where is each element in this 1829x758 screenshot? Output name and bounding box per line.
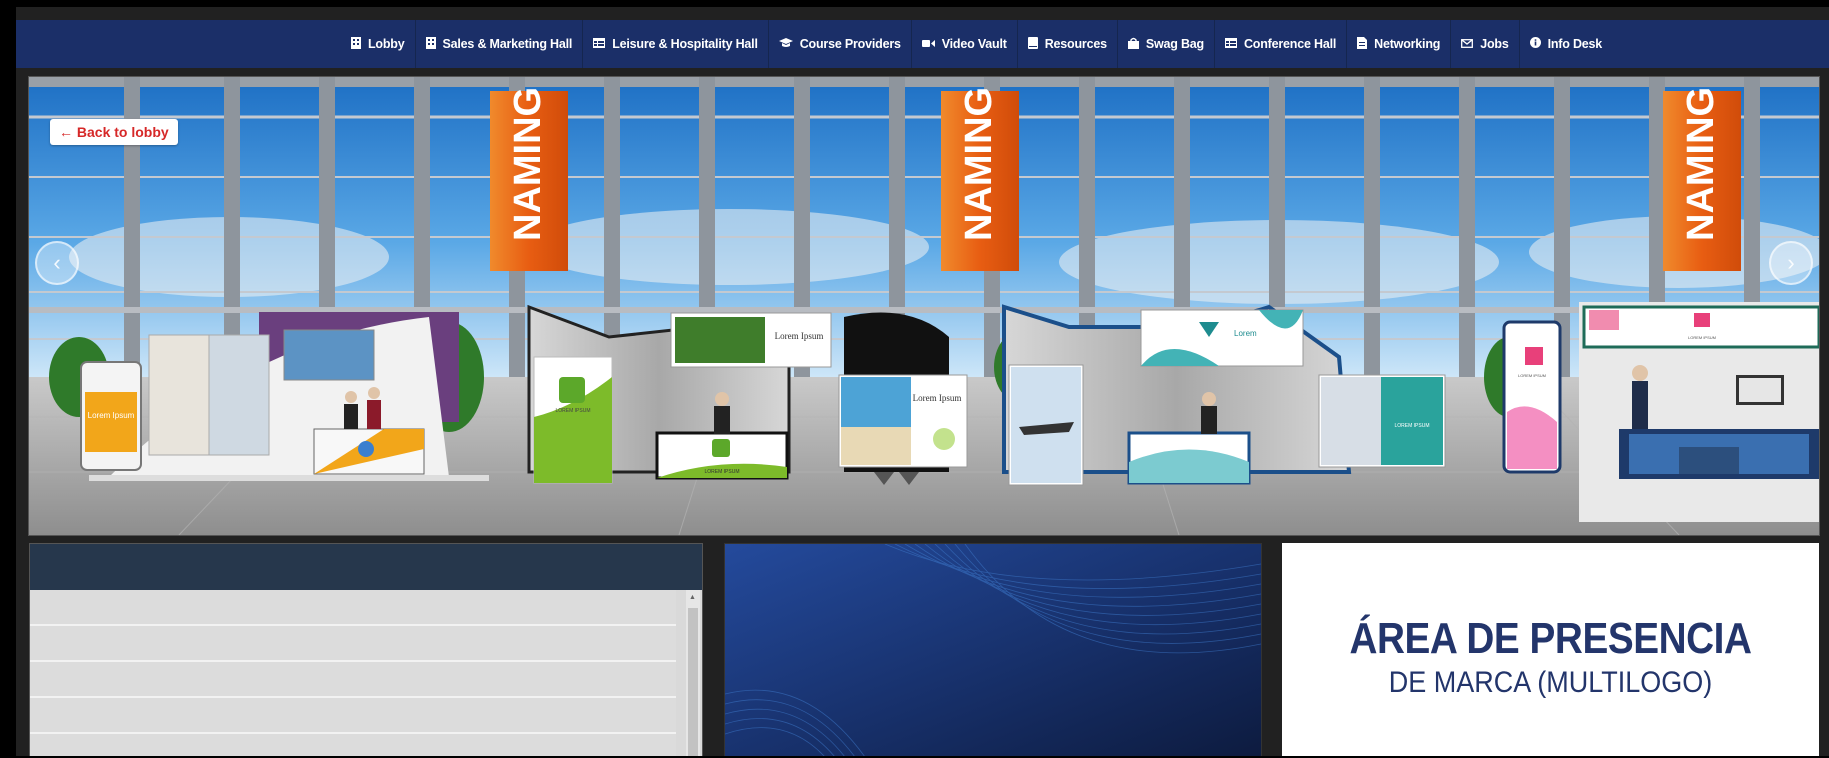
nav-label-conference-hall: Conference Hall	[1243, 37, 1337, 51]
hanging-banner-2: NAMING	[941, 87, 1019, 271]
nav-label-networking: Networking	[1374, 37, 1441, 51]
nav-label-info-desk: Info Desk	[1547, 37, 1603, 51]
scrollbar-thumb[interactable]	[688, 608, 698, 756]
brand-title: ÁREA DE PRESENCIA	[1349, 614, 1752, 663]
booth-3[interactable]: Lorem Ipsum	[838, 312, 968, 486]
app-frame: Lobby Sales & Marketing Hall Leisure & H…	[16, 7, 1829, 756]
table-icon	[1224, 37, 1237, 51]
building-icon	[351, 36, 361, 52]
shopping-bag-icon	[1127, 37, 1139, 52]
top-navigation: Lobby Sales & Marketing Hall Leisure & H…	[16, 20, 1829, 68]
booth-2[interactable]: LOREM IPSUM Lorem Ipsum LOREM IPSUM	[527, 304, 832, 484]
list-item	[30, 626, 676, 662]
hanging-banner-3: NAMING	[1663, 87, 1741, 271]
nav-item-resources[interactable]: Resources	[1016, 20, 1117, 68]
video-panel[interactable]	[724, 543, 1262, 756]
banner-text: NAMING	[507, 87, 549, 241]
scroll-up-arrow-icon[interactable]: ▲	[689, 594, 696, 601]
hall-scene: NAMING NAMING NAMING Lorem Ipsum LOREM I…	[29, 77, 1819, 535]
video-camera-icon	[921, 37, 935, 51]
nav-label-resources: Resources	[1044, 37, 1107, 51]
nav-item-conference-hall[interactable]: Conference Hall	[1213, 20, 1346, 68]
exhibition-hall-view: NAMING NAMING NAMING Lorem Ipsum LOREM I…	[28, 76, 1820, 536]
scroll-right-button[interactable]: ›	[1769, 241, 1813, 285]
banner-text: NAMING	[1680, 87, 1722, 241]
nav-label-leisure-hospitality-hall: Leisure & Hospitality Hall	[612, 37, 758, 51]
wave-background	[725, 544, 1261, 756]
back-to-lobby-button[interactable]: ← Back to lobby	[50, 119, 178, 145]
booth-3-sign-text: Lorem Ipsum	[913, 393, 962, 403]
chat-message-list	[30, 590, 676, 756]
booth-5-kiosk-text: LOREM IPSUM	[1518, 373, 1546, 378]
booth-1-screen-text: Lorem Ipsum	[88, 411, 135, 420]
nav-item-video-vault[interactable]: Video Vault	[910, 20, 1017, 68]
nav-item-sales-marketing-hall[interactable]: Sales & Marketing Hall	[414, 20, 583, 68]
nav-item-swag-bag[interactable]: Swag Bag	[1116, 20, 1214, 68]
chevron-right-icon: ›	[1787, 250, 1795, 275]
booth-4-sign-text: Lorem	[1234, 329, 1257, 338]
nav-label-video-vault: Video Vault	[941, 37, 1007, 51]
nav-label-jobs: Jobs	[1480, 37, 1509, 51]
booth-2-sign-text: Lorem Ipsum	[775, 331, 824, 341]
booth-5-sign-text: LOREM IPSUM	[1688, 335, 1716, 340]
nav-item-jobs[interactable]: Jobs	[1450, 20, 1518, 68]
booth-2-panel-text: LOREM IPSUM	[555, 408, 590, 414]
booth-4-panel-text: LOREM IPSUM	[1394, 423, 1429, 429]
nav-item-info-desk[interactable]: Info Desk	[1518, 20, 1612, 68]
chat-header	[30, 544, 702, 590]
info-circle-icon	[1529, 37, 1541, 51]
list-item	[30, 662, 676, 698]
hanging-banner-1: NAMING	[490, 87, 568, 271]
banner-text: NAMING	[958, 87, 1000, 241]
scroll-left-button[interactable]: ‹	[35, 241, 79, 285]
brand-subtitle: DE MARCA (MULTILOGO)	[1388, 666, 1713, 699]
nav-item-lobby[interactable]: Lobby	[341, 20, 415, 68]
building-icon	[425, 36, 436, 52]
chat-panel: ▲	[29, 543, 703, 756]
table-icon	[593, 37, 606, 51]
nav-item-course-providers[interactable]: Course Providers	[767, 20, 911, 68]
book-icon	[1027, 36, 1038, 52]
file-icon	[1357, 36, 1368, 52]
booth-2-desk-text: LOREM IPSUM	[704, 469, 739, 475]
list-item	[30, 590, 676, 626]
chevron-left-icon: ‹	[53, 250, 61, 275]
chat-scrollbar[interactable]: ▲	[686, 590, 700, 756]
list-item	[30, 734, 676, 756]
graduation-cap-icon	[778, 37, 793, 51]
nav-item-networking[interactable]: Networking	[1346, 20, 1450, 68]
nav-label-course-providers: Course Providers	[799, 37, 901, 51]
brand-presence-panel[interactable]: ÁREA DE PRESENCIA DE MARCA (MULTILOGO)	[1282, 543, 1819, 756]
envelope-icon	[1461, 37, 1474, 51]
nav-label-sales-marketing-hall: Sales & Marketing Hall	[442, 37, 573, 51]
nav-label-lobby: Lobby	[368, 37, 405, 51]
list-item	[30, 698, 676, 734]
nav-item-leisure-hospitality-hall[interactable]: Leisure & Hospitality Hall	[582, 20, 768, 68]
nav-label-swag-bag: Swag Bag	[1145, 37, 1204, 51]
